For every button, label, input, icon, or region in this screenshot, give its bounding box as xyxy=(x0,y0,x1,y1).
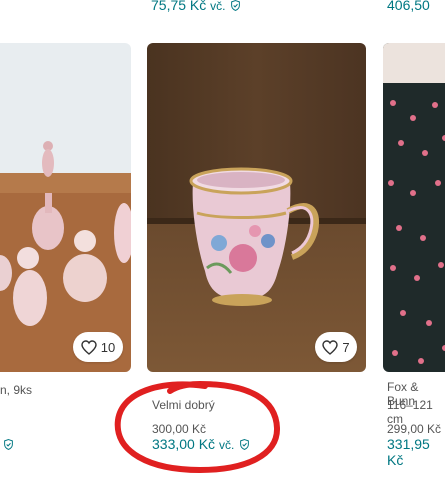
top-price-center-value: 75,75 Kč xyxy=(151,0,207,13)
shield-check-icon xyxy=(4,439,13,450)
shield-check-icon xyxy=(231,0,241,11)
item-title-1[interactable]: n, 9ks xyxy=(0,383,32,397)
item-photo-figurines[interactable] xyxy=(0,43,131,372)
item-photo-teacup[interactable] xyxy=(147,43,366,372)
item-condition-2[interactable]: Velmi dobrý xyxy=(152,398,215,412)
heart-icon xyxy=(81,339,97,355)
favourite-button-1[interactable]: 10 xyxy=(73,332,123,362)
item-incl-label-2: vč. xyxy=(218,438,235,452)
item-photo-clothing[interactable] xyxy=(383,43,445,372)
top-price-right: 406,50 xyxy=(387,0,430,13)
clothing-image xyxy=(383,43,445,372)
favourite-count-1: 10 xyxy=(100,339,116,355)
top-price-center: 75,75 Kč vč. xyxy=(151,0,241,13)
favourite-button-2[interactable]: 7 xyxy=(315,332,357,362)
item-price-incl-2[interactable]: 333,00 Kč vč. xyxy=(152,436,250,452)
item-price-incl-3[interactable]: 331,95 Kč xyxy=(387,436,445,468)
top-incl-label: vč. xyxy=(210,0,226,13)
item-price-3: 299,00 Kč xyxy=(387,422,442,436)
figurines-image xyxy=(0,43,131,372)
item-price-incl-value-2: 333,00 Kč xyxy=(152,436,216,452)
heart-icon xyxy=(322,339,339,355)
favourite-count-2: 7 xyxy=(342,339,350,355)
teacup-image xyxy=(147,43,366,372)
shield-check-icon xyxy=(240,439,250,450)
item-price-2: 300,00 Kč xyxy=(152,422,207,436)
